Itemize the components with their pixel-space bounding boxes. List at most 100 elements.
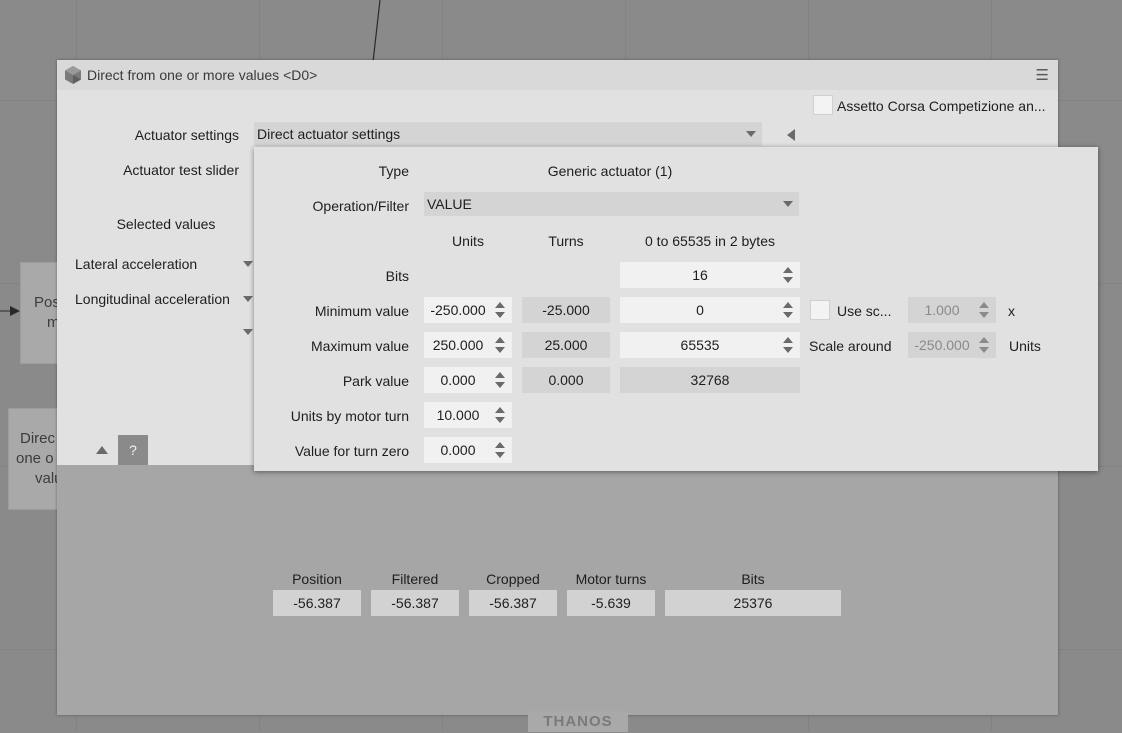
park-raw-value: 32768 <box>620 367 800 393</box>
title-bar[interactable]: Direct from one or more values <D0> ☰ <box>57 60 1058 90</box>
minimum-units-spinbox[interactable]: -250.000 <box>424 297 512 323</box>
node-text: Pos <box>34 294 60 311</box>
cropped-stat-label: Cropped <box>486 571 540 587</box>
spin-down-icon[interactable] <box>495 382 505 388</box>
window-title: Direct from one or more values <D0> <box>87 67 318 83</box>
position-stat-label: Position <box>292 571 342 587</box>
spin-down-icon[interactable] <box>495 452 505 458</box>
park-units-value: 0.000 <box>440 372 476 388</box>
maximum-units-spinbox[interactable]: 250.000 <box>424 332 512 358</box>
units-by-motor-turn-spinbox[interactable]: 10.000 <box>424 402 512 428</box>
park-units-spinbox[interactable]: 0.000 <box>424 367 512 393</box>
type-value: Generic actuator (1) <box>547 163 673 179</box>
spin-down-icon[interactable] <box>783 312 793 318</box>
arrow-icon <box>0 306 20 316</box>
operation-filter-label: Operation/Filter <box>312 198 409 214</box>
minimum-units-value: -250.000 <box>430 302 486 318</box>
scale-around-label: Scale around <box>809 338 892 354</box>
node-text: Direc <box>20 430 56 447</box>
position-stat-value: -56.387 <box>273 590 361 616</box>
spin-down-icon[interactable] <box>783 277 793 283</box>
actuator-settings-dropdown[interactable]: Direct actuator settings <box>254 122 762 146</box>
units-by-motor-turn-label: Units by motor turn <box>290 408 409 424</box>
maximum-raw-value: 65535 <box>680 337 720 353</box>
help-button[interactable]: ? <box>118 435 148 465</box>
chevron-left-icon <box>787 129 795 141</box>
chevron-down-icon[interactable] <box>243 329 253 335</box>
units-column-header: Units <box>452 233 484 249</box>
spin-up-icon[interactable] <box>495 442 505 448</box>
turns-column-header: Turns <box>548 233 584 249</box>
park-value-label: Park value <box>342 373 409 389</box>
bits-label: Bits <box>385 268 409 284</box>
selected-values-list: Lateral acceleration Longitudinal accele… <box>57 235 255 465</box>
hexagon-logo-icon <box>65 66 81 84</box>
scale-suffix: x <box>1008 303 1015 319</box>
chevron-down-icon[interactable] <box>243 261 253 267</box>
bits-stat-label: Bits <box>741 571 765 587</box>
spin-up-icon[interactable] <box>783 267 793 273</box>
spin-down-icon[interactable] <box>979 312 989 318</box>
scale-spinbox[interactable]: 1.000 <box>908 297 996 323</box>
list-item[interactable]: Lateral acceleration <box>75 256 197 272</box>
minimum-turns-value: -25.000 <box>522 297 610 323</box>
minimum-value-label: Minimum value <box>314 303 409 319</box>
chevron-down-icon <box>746 131 756 137</box>
chevron-down-icon[interactable] <box>243 296 253 302</box>
type-label: Type <box>378 163 409 179</box>
maximum-units-value: 250.000 <box>432 337 484 353</box>
maximum-raw-spinbox[interactable]: 65535 <box>620 332 800 358</box>
spin-down-icon[interactable] <box>495 417 505 423</box>
spin-up-icon[interactable] <box>979 337 989 343</box>
spin-up-icon[interactable] <box>495 407 505 413</box>
filtered-stat-label: Filtered <box>391 571 439 587</box>
operation-filter-dropdown[interactable]: VALUE <box>424 192 799 216</box>
hamburger-menu-icon[interactable]: ☰ <box>1036 66 1049 84</box>
spin-up-icon[interactable] <box>495 372 505 378</box>
filtered-stat-value: -56.387 <box>371 590 459 616</box>
connection-line <box>372 0 381 62</box>
chevron-up-icon[interactable] <box>96 446 108 454</box>
park-turns-value: 0.000 <box>522 367 610 393</box>
node-text: one o <box>16 450 54 467</box>
bits-stat-value: 25376 <box>665 590 841 616</box>
bits-value: 16 <box>692 267 708 283</box>
units-by-motor-turn-value: 10.000 <box>436 407 480 423</box>
use-scale-checkbox[interactable] <box>810 300 830 320</box>
spin-up-icon[interactable] <box>783 337 793 343</box>
motor-turns-stat-value: -5.639 <box>567 590 655 616</box>
spin-up-icon[interactable] <box>783 302 793 308</box>
use-scale-label: Use sc... <box>837 303 892 319</box>
scale-around-suffix: Units <box>1009 338 1041 354</box>
minimum-raw-value: 0 <box>696 302 704 318</box>
range-column-header: 0 to 65535 in 2 bytes <box>645 233 775 249</box>
game-checkbox[interactable] <box>813 95 833 115</box>
chevron-down-icon <box>783 201 793 207</box>
actuator-test-slider-label: Actuator test slider <box>123 162 239 178</box>
bits-spinbox[interactable]: 16 <box>620 262 800 288</box>
scale-around-value: -250.000 <box>914 337 970 353</box>
spin-up-icon[interactable] <box>495 337 505 343</box>
actuator-settings-label: Actuator settings <box>134 127 239 143</box>
spin-up-icon[interactable] <box>979 302 989 308</box>
maximum-turns-value: 25.000 <box>522 332 610 358</box>
minimum-raw-spinbox[interactable]: 0 <box>620 297 800 323</box>
collapse-button[interactable] <box>779 123 803 147</box>
actuator-settings-popup: Type Generic actuator (1) Operation/Filt… <box>254 147 1098 471</box>
value-for-turn-zero-label: Value for turn zero <box>294 443 409 459</box>
cropped-stat-value: -56.387 <box>469 590 557 616</box>
spin-down-icon[interactable] <box>495 312 505 318</box>
value-for-turn-zero-value: 0.000 <box>440 442 476 458</box>
spin-down-icon[interactable] <box>783 347 793 353</box>
motor-turns-stat-label: Motor turns <box>575 571 647 587</box>
thanos-watermark: THANOS <box>528 711 628 732</box>
spin-up-icon[interactable] <box>495 302 505 308</box>
game-checkbox-label: Assetto Corsa Competizione an... <box>837 98 1046 114</box>
list-item[interactable]: Longitudinal acceleration <box>75 291 230 307</box>
selected-values-label: Selected values <box>116 216 216 232</box>
value-for-turn-zero-spinbox[interactable]: 0.000 <box>424 437 512 463</box>
spin-down-icon[interactable] <box>979 347 989 353</box>
scale-around-spinbox[interactable]: -250.000 <box>908 332 996 358</box>
maximum-value-label: Maximum value <box>310 338 409 354</box>
spin-down-icon[interactable] <box>495 347 505 353</box>
